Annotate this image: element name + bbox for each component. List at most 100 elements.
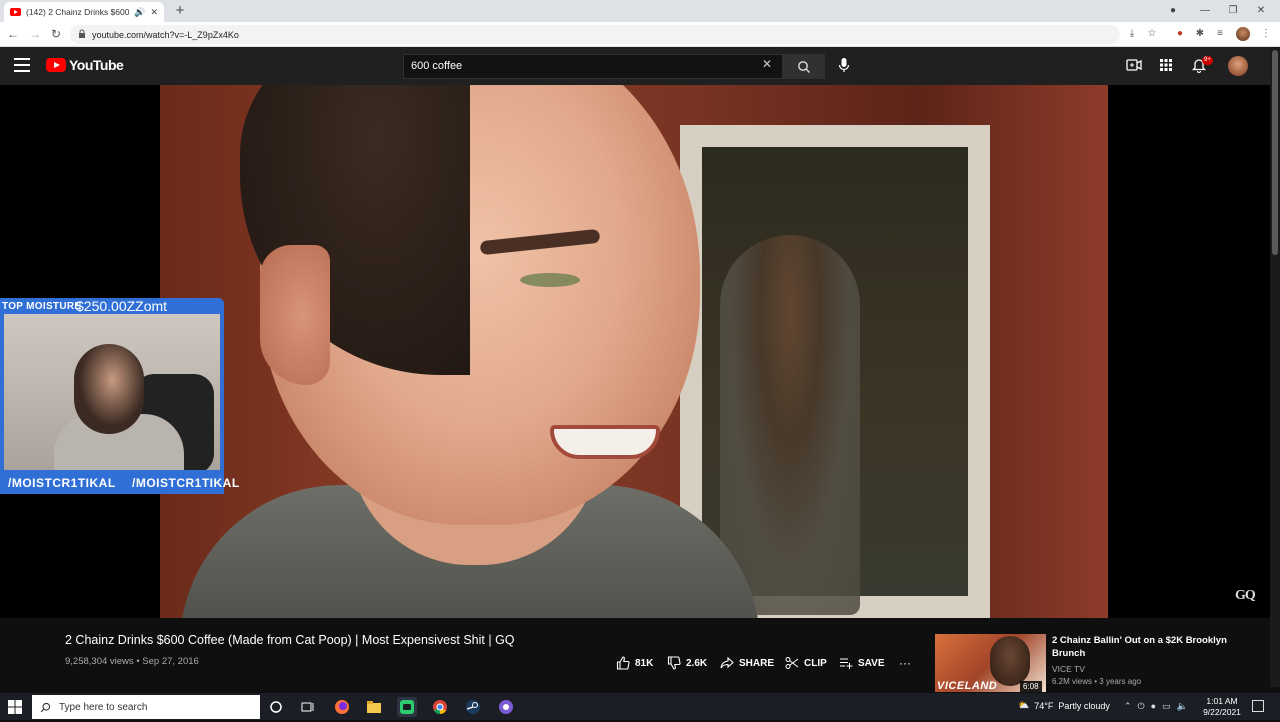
recommended-channel-name[interactable]: VICE TV [1052, 664, 1085, 674]
painting-figure [720, 235, 860, 615]
tray-power-icon[interactable]: ⏻ [1138, 701, 1145, 712]
notification-count-badge: 9+ [1202, 56, 1213, 65]
video-duration-badge: 6:08 [1020, 681, 1042, 692]
hamburger-menu-icon[interactable] [14, 58, 30, 72]
restore-window-icon[interactable]: ❐ [1224, 2, 1242, 20]
youtube-play-logo-icon [46, 58, 66, 72]
browser-toolbar: ← → ↻ youtube.com/watch?v=-L_Z9pZx4Ko ⤓ … [0, 22, 1280, 47]
playlist-add-icon [840, 658, 853, 669]
taskbar-search-icon [40, 702, 51, 712]
browser-tab[interactable]: (142) 2 Chainz Drinks $600 C 🔊 ✕ [4, 2, 164, 22]
video-title: 2 Chainz Drinks $600 Coffee (Made from C… [65, 633, 515, 647]
man-smile [550, 425, 660, 459]
youtube-logo-text: YouTube [69, 57, 124, 73]
tray-app-icon[interactable]: ● [1151, 701, 1156, 712]
weather-description: Partly cloudy [1058, 700, 1110, 711]
cortana-icon[interactable] [266, 697, 286, 717]
close-window-icon[interactable]: ✕ [1252, 2, 1270, 20]
like-button[interactable]: 81K [616, 656, 653, 670]
gq-watermark: GQ [1235, 588, 1256, 603]
task-view-icon[interactable] [298, 697, 318, 717]
partly-cloudy-icon: ⛅ [1018, 700, 1030, 710]
video-frame [160, 85, 1108, 618]
clock-date: 9/22/2021 [1203, 707, 1241, 717]
taskbar-search-box[interactable]: Type here to search [32, 695, 260, 719]
address-bar[interactable]: youtube.com/watch?v=-L_Z9pZx4Ko [70, 25, 1120, 44]
taskbar-weather[interactable]: ⛅ 74°F Partly cloudy [1018, 700, 1110, 711]
more-actions-button[interactable]: ··· [899, 656, 911, 670]
search-button[interactable] [783, 54, 825, 79]
clock-time: 1:01 AM [1206, 696, 1238, 706]
minimize-window-icon[interactable]: — [1196, 2, 1214, 20]
apps-grid-icon[interactable] [1158, 57, 1176, 75]
back-arrow-icon[interactable]: ← [4, 25, 22, 43]
tab-title: (142) 2 Chainz Drinks $600 C [26, 7, 130, 17]
action-center-icon[interactable] [1252, 700, 1264, 712]
volume-icon[interactable]: 🔈 [1177, 701, 1188, 712]
firefox-icon[interactable] [332, 697, 352, 717]
save-button[interactable]: SAVE [839, 656, 885, 670]
clip-label: CLIP [804, 657, 827, 669]
youtube-favicon-icon [10, 8, 21, 16]
new-tab-button[interactable]: + [172, 2, 188, 20]
view-count: 9,258,304 views [65, 656, 134, 667]
video-meta: 9,258,304 views • Sep 27, 2016 [65, 656, 199, 667]
recommended-age: 3 years ago [1099, 677, 1142, 686]
scrollbar-thumb[interactable] [1272, 50, 1278, 255]
chrome-menu-icon[interactable]: ⋮ [1258, 26, 1274, 42]
thumbnail-brand-text: VICELAND [937, 680, 998, 692]
voice-search-mic-icon[interactable] [838, 57, 850, 75]
recommended-video-stats: 6.2M views • 3 years ago [1052, 677, 1141, 686]
social-handle-left: /MOISTCR1TIKAL [8, 476, 116, 490]
clear-search-icon[interactable]: ✕ [762, 57, 772, 71]
youtube-logo[interactable]: YouTube [46, 57, 124, 73]
share-button[interactable]: SHARE [720, 656, 774, 670]
share-label: SHARE [739, 657, 775, 669]
dislike-button[interactable]: 2.6K [667, 656, 707, 670]
extensions-puzzle-icon[interactable]: ✱ [1192, 26, 1208, 42]
youtube-masthead: YouTube 600 coffee ✕ 9+ [0, 47, 1270, 85]
save-label: SAVE [858, 657, 885, 669]
audio-playing-icon[interactable]: 🔊 [134, 7, 145, 18]
recommended-video-title[interactable]: 2 Chainz Ballin' Out on a $2K Brooklyn B… [1052, 634, 1252, 660]
search-input[interactable]: 600 coffee [403, 54, 783, 79]
upload-date: Sep 27, 2016 [142, 656, 199, 667]
steam-icon[interactable] [463, 697, 483, 717]
recommended-views: 6.2M views [1052, 677, 1093, 686]
search-icon [798, 60, 810, 73]
extension-badge-icon[interactable]: ● [1172, 26, 1188, 42]
weather-temperature: 74°F [1034, 700, 1054, 711]
windows-start-icon[interactable] [8, 700, 22, 714]
obs-app-icon[interactable] [496, 697, 516, 717]
share-arrow-icon [720, 656, 734, 669]
youtube-account-avatar[interactable] [1228, 56, 1248, 76]
forward-arrow-icon[interactable]: → [26, 25, 44, 43]
webcam-feed [0, 312, 224, 474]
like-count: 81K [635, 657, 654, 669]
bookmark-star-icon[interactable]: ☆ [1144, 26, 1160, 42]
lock-icon [78, 29, 86, 40]
browser-tab-strip [0, 0, 1280, 22]
dislike-count: 2.6K [686, 657, 708, 669]
reload-icon[interactable]: ↻ [47, 25, 65, 43]
thumbnail-person [990, 636, 1030, 686]
media-controls-icon[interactable]: ≡ [1212, 26, 1228, 42]
browser-profile-dot-icon[interactable]: ● [1164, 2, 1182, 20]
clip-button[interactable]: CLIP [785, 656, 827, 670]
install-app-icon[interactable]: ⤓ [1124, 26, 1140, 42]
tray-expand-icon[interactable]: ⌃ [1124, 701, 1132, 712]
tab-close-icon[interactable]: ✕ [150, 7, 158, 18]
streamer-webcam-overlay: TOP MOISTURE $250.00ZZomt /MOISTCR1TIKAL… [0, 298, 239, 494]
create-video-icon[interactable] [1126, 57, 1144, 75]
thumbs-up-icon [616, 656, 630, 670]
taskbar-clock[interactable]: 1:01 AM 9/22/2021 [1198, 696, 1246, 718]
social-handle-right: /MOISTCR1TIKAL [132, 476, 240, 490]
chrome-icon[interactable] [430, 697, 450, 717]
man-eye [520, 273, 580, 287]
scissors-icon [785, 657, 799, 669]
system-tray[interactable]: ⌃ ⏻ ● ▭ 🔈 [1124, 701, 1188, 712]
chrome-profile-avatar[interactable] [1236, 27, 1250, 41]
network-icon[interactable]: ▭ [1162, 701, 1171, 712]
streaming-app-icon[interactable] [397, 697, 417, 717]
file-explorer-icon[interactable] [364, 697, 384, 717]
